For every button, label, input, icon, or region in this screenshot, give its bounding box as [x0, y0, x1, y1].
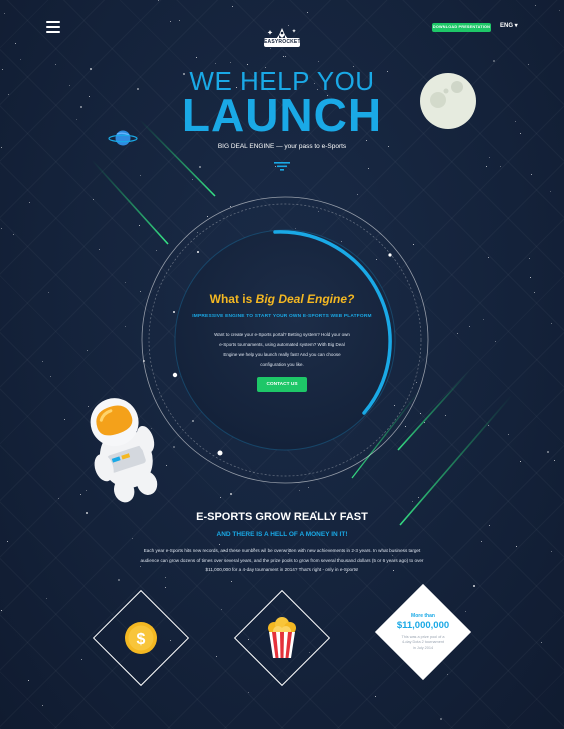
hero-subtitle: BIG DEAL ENGINE — your pass to e-Sports — [217, 143, 347, 150]
esports-body: Each year e-Sports hits new records, and… — [140, 548, 424, 572]
popcorn-icon — [268, 617, 296, 658]
moon-icon — [420, 73, 476, 129]
about-title: What is Big Deal Engine? — [209, 292, 355, 306]
stat-tile: More than $11,000,000 This was a prize p… — [375, 584, 471, 680]
coin-tile: $ — [93, 590, 189, 686]
svg-text:$: $ — [137, 631, 146, 648]
stat-value: $11,000,000 — [396, 619, 450, 631]
logo-wordmark: EASYROCKET — [264, 38, 301, 47]
planet-icon — [108, 130, 138, 146]
language-selector[interactable]: ENG ▾ — [500, 22, 518, 29]
esports-title: E-SPORTS GROW REALLY FAST — [196, 511, 368, 523]
stat-note: This was a prize pool of a 4-day Dota 2 … — [401, 634, 445, 650]
hero-heading-line2: LAUNCH — [181, 89, 383, 141]
astronaut-icon — [90, 398, 158, 503]
esports-subtitle: AND THERE IS A HELL OF A MONEY IN IT! — [216, 531, 348, 538]
hamburger-icon[interactable] — [46, 21, 60, 33]
scroll-down-icon[interactable] — [272, 162, 292, 172]
about-subtitle: IMPRESSIVE ENGINE TO START YOUR OWN E-SP… — [192, 314, 372, 319]
popcorn-tile — [234, 590, 330, 686]
download-presentation-button[interactable]: DOWNLOAD PRESENTATION — [432, 23, 491, 32]
about-body: Want to create your e-Sports portal? Bet… — [214, 332, 350, 367]
dollar-coin-icon: $ — [125, 622, 157, 654]
stat-label: More than — [411, 612, 435, 619]
contact-us-button[interactable]: CONTACT US — [257, 377, 307, 392]
